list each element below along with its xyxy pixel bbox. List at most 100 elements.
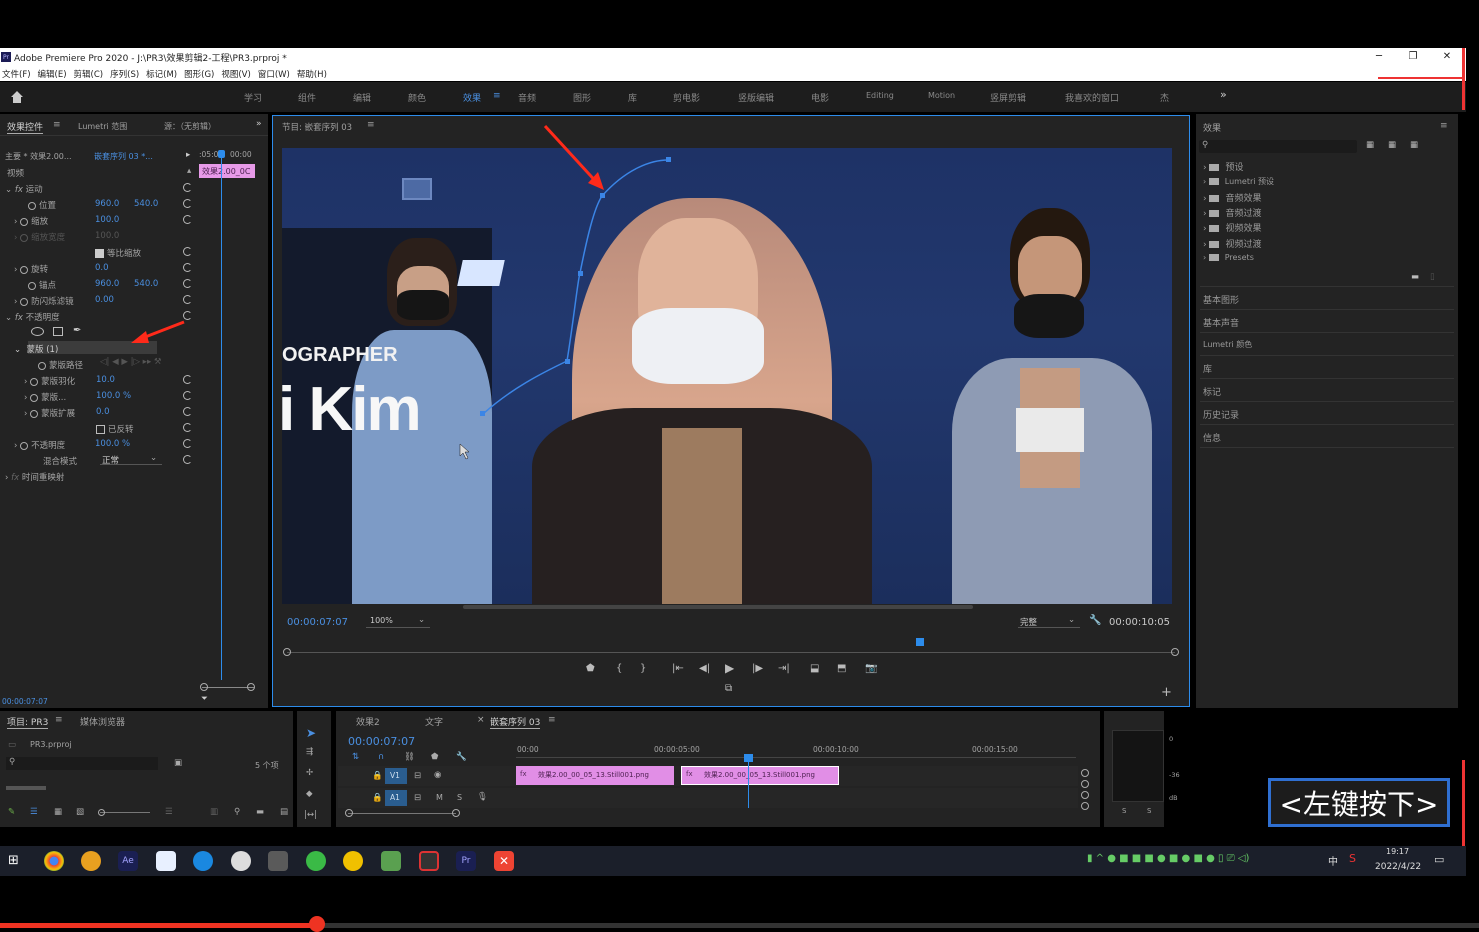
tab-media-browser[interactable]: 媒体浏览器 (80, 715, 125, 728)
program-video-frame[interactable]: OGRAPHER i Kim (282, 148, 1172, 604)
minimize-icon[interactable]: ─ (1362, 48, 1396, 66)
project-scrollbar[interactable] (6, 786, 46, 790)
reset-uniform-icon[interactable] (183, 247, 192, 256)
stopwatch-icon[interactable] (20, 441, 29, 450)
stopwatch-icon[interactable] (20, 265, 29, 274)
rotation-value[interactable]: 0.0 (95, 263, 109, 273)
workspace-editing[interactable]: 编辑 (353, 91, 371, 104)
section-info[interactable]: 信息 (1203, 431, 1221, 444)
stopwatch-icon[interactable] (30, 393, 39, 402)
tray-icons[interactable]: ▮ ^ ● ■ ■ ■ ● ■ ● ■ ● ▯ ⎚ ◁) (1087, 853, 1249, 864)
ellipse-mask-icon[interactable] (31, 327, 44, 336)
ruler-end-handle[interactable] (1171, 648, 1179, 656)
search-app-icon[interactable] (81, 851, 101, 871)
menu-view[interactable]: 视图(V) (221, 68, 250, 80)
step-back-icon[interactable]: ◀| (699, 663, 710, 674)
reset-position-icon[interactable] (183, 199, 192, 208)
lock-icon[interactable]: 🔒 (372, 793, 383, 803)
workspace-film-cut[interactable]: 剪电影 (673, 91, 700, 104)
selection-tool-icon[interactable]: ➤ (306, 726, 316, 740)
stopwatch-icon[interactable] (28, 201, 36, 210)
section-lumetri-color[interactable]: Lumetri 颜色 (1203, 339, 1252, 350)
app-icon[interactable] (419, 851, 439, 871)
stopwatch-icon[interactable] (38, 361, 46, 370)
add-marker-icon[interactable]: ⬟ (586, 663, 595, 674)
linked-selection-icon[interactable]: ⛓ (404, 752, 415, 762)
delete-icon[interactable]: ▯ (1430, 272, 1435, 282)
scale-value[interactable]: 100.0 (95, 215, 119, 225)
app-icon[interactable] (343, 851, 363, 871)
mask-path-overlay[interactable] (282, 148, 1172, 604)
list-view-icon[interactable]: ☰ (30, 807, 38, 817)
effects-search-input[interactable]: ⚲ (1199, 140, 1357, 153)
find-icon[interactable]: ⚲ (234, 807, 240, 817)
workspace-learn[interactable]: 学习 (244, 91, 262, 104)
motion-row[interactable]: ⌄ fx 运动 (5, 183, 43, 195)
track-height-handle[interactable] (1081, 802, 1089, 810)
mask-expand-value[interactable]: 0.0 (96, 407, 110, 417)
inverted-row[interactable]: 已反转 (96, 423, 134, 435)
stopwatch-icon[interactable] (30, 409, 39, 418)
chrome-icon[interactable] (44, 851, 64, 871)
add-marker-timeline-icon[interactable]: ⬟ (431, 752, 438, 762)
rectangle-mask-icon[interactable] (53, 327, 63, 336)
add-button-icon[interactable]: + (1161, 685, 1172, 700)
sync-lock-icon[interactable]: ⊟ (414, 771, 421, 781)
timeline-zoom-bar[interactable] (348, 813, 456, 814)
video-progress-handle[interactable] (309, 916, 325, 932)
section-markers[interactable]: 标记 (1203, 385, 1221, 398)
ec-zoom-handle-left[interactable] (200, 683, 208, 691)
section-history[interactable]: 历史记录 (1203, 408, 1239, 421)
ec-clip-bar[interactable]: 效果2.00_0C (199, 164, 255, 178)
app-icon[interactable] (156, 851, 176, 871)
yuv-effects-icon[interactable]: ▦ (1410, 140, 1418, 150)
workspace-vertical-screen[interactable]: 竖屏剪辑 (990, 91, 1026, 104)
workspace-menu-icon[interactable]: ≡ (493, 91, 501, 101)
32bit-effects-icon[interactable]: ▦ (1388, 140, 1396, 150)
antiflicker-value[interactable]: 0.00 (95, 295, 114, 305)
workspace-audio[interactable]: 音频 (518, 91, 536, 104)
timeline-tab-text[interactable]: 文字 (425, 715, 443, 728)
clock-date[interactable]: 2022/4/22 (1375, 862, 1421, 872)
stopwatch-icon[interactable] (20, 217, 29, 226)
razor-tool-icon[interactable]: ◆ (306, 789, 313, 799)
uniform-scale-row[interactable]: 等比缩放 (95, 247, 141, 259)
menu-graphics[interactable]: 图形(G) (184, 68, 214, 80)
program-timecode[interactable]: 00:00:07:07 (287, 617, 348, 628)
step-forward-icon[interactable]: |▶ (752, 663, 763, 674)
position-y-value[interactable]: 540.0 (134, 199, 158, 209)
workspace-color[interactable]: 颜色 (408, 91, 426, 104)
checkbox-checked-icon[interactable] (95, 249, 104, 258)
timeline-zoom-handle-right[interactable] (452, 809, 460, 817)
timeline-tab-effect2[interactable]: 效果2 (356, 715, 380, 728)
play-icon[interactable]: ▶ (725, 661, 734, 675)
timeline-tab-nested-03[interactable]: 嵌套序列 03 (490, 715, 541, 729)
extract-icon[interactable]: ⬒ (837, 663, 846, 674)
reset-blend-icon[interactable] (183, 455, 192, 464)
reset-rotation-icon[interactable] (183, 263, 192, 272)
tab-lumetri-scopes[interactable]: Lumetri 范围 (78, 121, 127, 132)
stopwatch-icon[interactable] (20, 297, 29, 306)
tab-effect-controls[interactable]: 效果控件 (7, 120, 44, 134)
section-essential-graphics[interactable]: 基本图形 (1203, 293, 1239, 306)
premiere-taskbar-icon[interactable]: Pr (456, 851, 476, 871)
project-menu-icon[interactable]: ≡ (55, 715, 63, 725)
stopwatch-icon[interactable] (30, 377, 39, 386)
nest-toggle-icon[interactable]: ⇅ (352, 752, 359, 762)
program-playhead[interactable] (916, 638, 924, 646)
track-a1-target[interactable]: A1 (385, 790, 407, 806)
lock-icon[interactable]: 🔒 (372, 771, 383, 781)
workspace-movie[interactable]: 电影 (811, 91, 829, 104)
ec-zoom-handle-right[interactable] (247, 683, 255, 691)
filter-icon[interactable]: ⏷ (201, 694, 208, 704)
app-icon[interactable] (381, 851, 401, 871)
ime-icon[interactable]: S (1349, 852, 1356, 865)
time-remap-row[interactable]: › fx 时间重映射 (5, 471, 64, 483)
timeline-clip-2[interactable]: fx 效果2.00_00_05_13.Still001.png (681, 766, 839, 785)
timeline-timecode[interactable]: 00:00:07:07 (348, 735, 415, 748)
microphone-icon[interactable]: 🎙 (477, 792, 488, 802)
play-only-icon[interactable]: ▸ (186, 150, 190, 160)
ec-playhead[interactable] (221, 150, 222, 680)
settings-app-icon[interactable] (231, 851, 251, 871)
section-essential-sound[interactable]: 基本声音 (1203, 316, 1239, 329)
